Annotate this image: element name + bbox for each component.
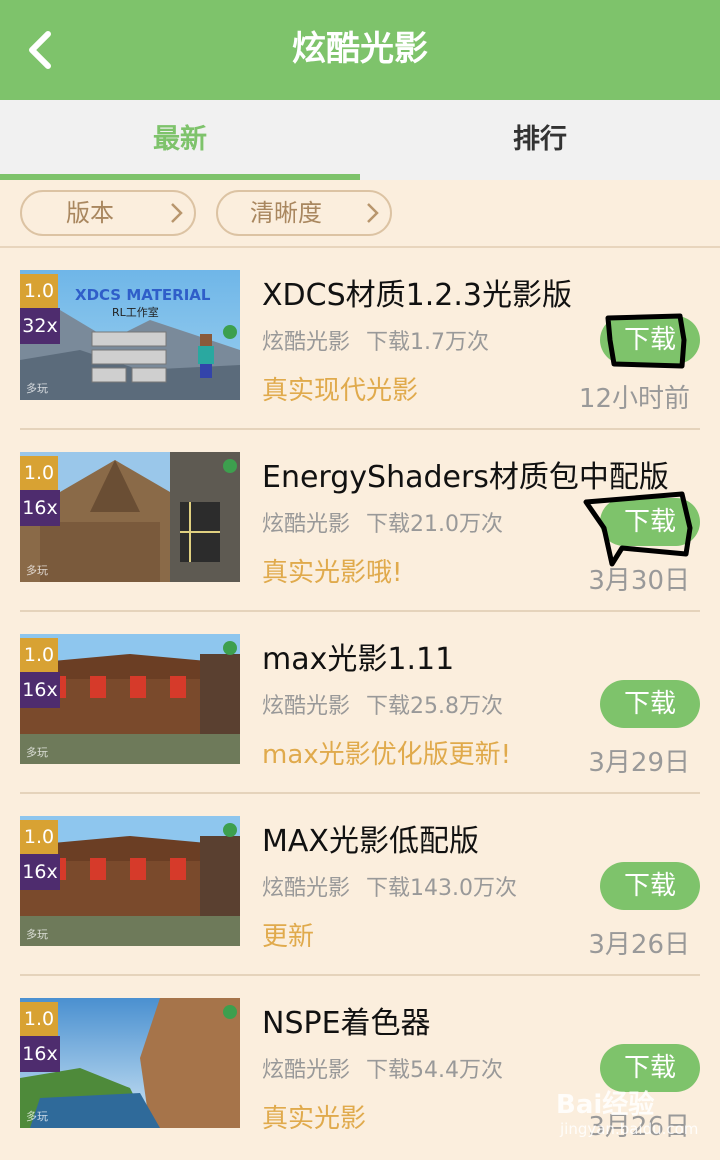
item-meta: 炫酷光影 下载54.4万次 <box>262 1052 519 1084</box>
item-description: 真实光影哦! <box>262 558 403 588</box>
download-count: 下载1.7万次 <box>366 330 490 355</box>
download-button[interactable]: 下载 <box>600 680 700 728</box>
resolution-badge: 16x <box>20 672 60 708</box>
item-meta: 炫酷光影 下载25.8万次 <box>262 688 519 720</box>
version-badge: 1.0 <box>20 456 58 490</box>
item-description: 更新 <box>262 922 315 952</box>
item-title: MAX光影低配版 <box>262 824 479 859</box>
thumbnail-watermark: 多玩 <box>26 564 48 577</box>
item-category: 炫酷光影 <box>262 512 351 537</box>
list-item[interactable]: 1.0 16x 多玩 max光影1.11 炫酷光影 下载25.8万次 max光影优… <box>0 612 720 794</box>
version-badge: 1.0 <box>20 1002 58 1036</box>
item-meta: 炫酷光影 下载21.0万次 <box>262 506 519 538</box>
thumbnail: 1.0 16x 多玩 <box>20 998 240 1128</box>
item-date: 3月30日 <box>588 566 690 596</box>
version-badge: 1.0 <box>20 638 58 672</box>
thumbnail-watermark: 多玩 <box>26 746 48 759</box>
resolution-filter[interactable]: 清晰度 <box>216 190 392 236</box>
item-meta: 炫酷光影 下载143.0万次 <box>262 870 533 902</box>
thumbnail: XDCS MATERIAL RL工作室 1.0 32x 多玩 <box>20 270 240 400</box>
chevron-right-icon <box>367 203 379 223</box>
thumbnail-watermark: 多玩 <box>26 382 48 395</box>
chevron-right-icon <box>171 203 183 223</box>
watermark-url: jingyan.baidu.com <box>560 1120 699 1138</box>
download-button[interactable]: 下载 <box>600 498 700 546</box>
item-title: XDCS材质1.2.3光影版 <box>262 278 572 313</box>
item-date: 3月26日 <box>588 930 690 960</box>
item-description: max光影优化版更新! <box>262 740 512 770</box>
version-filter-label: 版本 <box>66 199 114 227</box>
tab-bar: 最新 排行 <box>0 100 720 180</box>
list-item[interactable]: 1.0 16x 多玩 MAX光影低配版 炫酷光影 下载143.0万次 更新 下载 … <box>0 794 720 976</box>
watermark-main: Bai经验 <box>556 1090 655 1120</box>
item-title: EnergyShaders材质包中配版 <box>262 460 669 495</box>
thumbnail-title: XDCS MATERIAL <box>75 286 211 304</box>
item-category: 炫酷光影 <box>262 330 351 355</box>
item-description: 真实光影 <box>262 1104 367 1134</box>
filter-bar: 版本 清晰度 <box>0 180 720 248</box>
baidu-watermark: Bai经验 jingyan.baidu.com <box>546 1082 716 1152</box>
item-category: 炫酷光影 <box>262 694 351 719</box>
version-badge: 1.0 <box>20 274 58 308</box>
resolution-badge: 16x <box>20 854 60 890</box>
resolution-badge: 16x <box>20 1036 60 1072</box>
item-description: 真实现代光影 <box>262 376 419 406</box>
item-title: max光影1.11 <box>262 642 455 677</box>
download-count: 下载143.0万次 <box>366 876 517 901</box>
list-item[interactable]: XDCS MATERIAL RL工作室 1.0 32x 多玩 XDCS材质1.2… <box>0 248 720 430</box>
thumbnail-watermark: 多玩 <box>26 928 48 941</box>
thumbnail-watermark: 多玩 <box>26 1110 48 1123</box>
download-count: 下载25.8万次 <box>366 694 504 719</box>
download-count: 下载21.0万次 <box>366 512 504 537</box>
item-category: 炫酷光影 <box>262 1058 351 1083</box>
list-item[interactable]: 1.0 16x 多玩 EnergyShaders材质包中配版 炫酷光影 下载21.… <box>0 430 720 612</box>
item-date: 12小时前 <box>578 384 690 414</box>
item-date: 3月29日 <box>588 748 690 778</box>
thumbnail: 1.0 16x 多玩 <box>20 816 240 946</box>
version-filter[interactable]: 版本 <box>20 190 196 236</box>
top-bar: 炫酷光影 <box>0 0 720 100</box>
resolution-badge: 32x <box>20 308 60 344</box>
item-category: 炫酷光影 <box>262 876 351 901</box>
download-button[interactable]: 下载 <box>600 862 700 910</box>
resolution-filter-label: 清晰度 <box>250 199 322 227</box>
resolution-badge: 16x <box>20 490 60 526</box>
download-count: 下载54.4万次 <box>366 1058 504 1083</box>
item-meta: 炫酷光影 下载1.7万次 <box>262 324 505 356</box>
thumbnail-subtitle: RL工作室 <box>112 306 159 319</box>
download-button[interactable]: 下载 <box>600 316 700 364</box>
tab-ranking[interactable]: 排行 <box>360 100 720 180</box>
item-title: NSPE着色器 <box>262 1006 431 1041</box>
version-badge: 1.0 <box>20 820 58 854</box>
page-title: 炫酷光影 <box>292 29 428 69</box>
tab-latest[interactable]: 最新 <box>0 100 360 180</box>
thumbnail: 1.0 16x 多玩 <box>20 634 240 764</box>
thumbnail: 1.0 16x 多玩 <box>20 452 240 582</box>
